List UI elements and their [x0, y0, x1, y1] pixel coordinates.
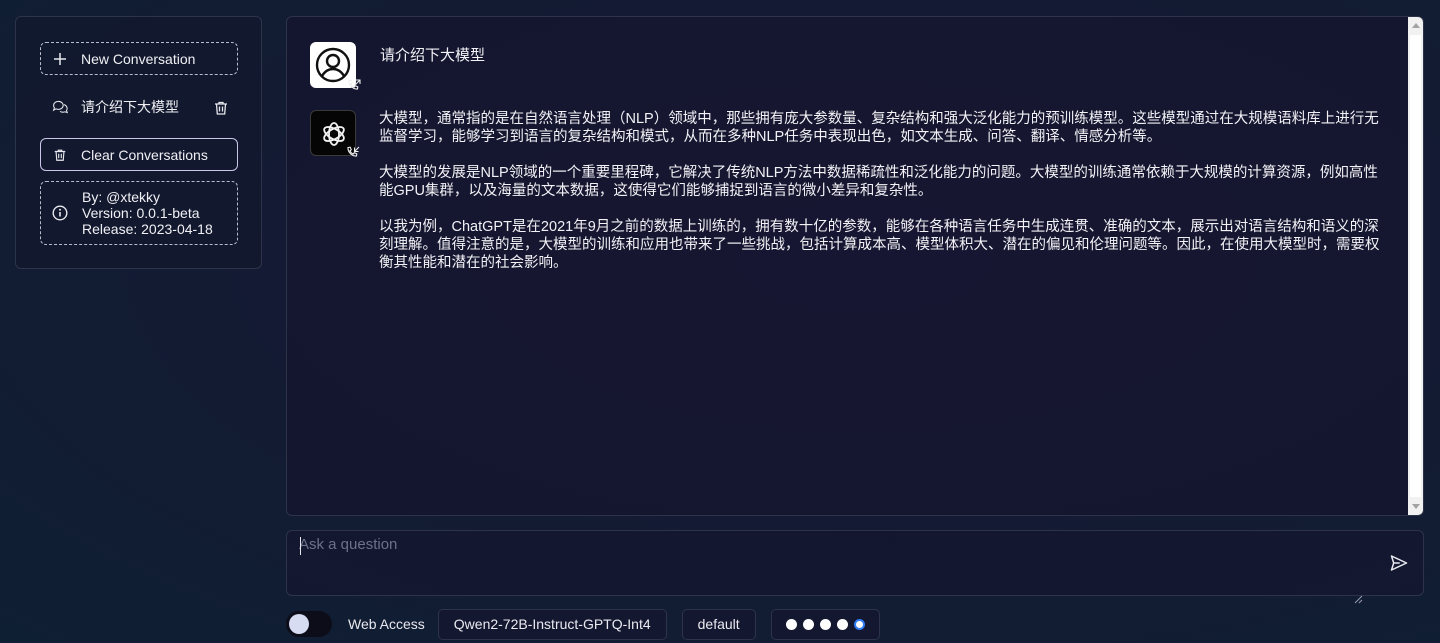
web-access-toggle[interactable] [286, 611, 332, 637]
clear-conversations-label: Clear Conversations [81, 146, 208, 163]
info-author: By: @xtekky [82, 189, 161, 205]
slider-step-5[interactable] [853, 618, 865, 630]
setting-slider[interactable] [770, 608, 880, 640]
delete-conversation-icon[interactable] [213, 100, 229, 116]
preset-select[interactable]: default [681, 608, 756, 640]
new-conversation-button[interactable]: New Conversation [40, 42, 238, 75]
plus-icon [52, 51, 68, 67]
clear-conversations-button[interactable]: Clear Conversations [40, 138, 238, 171]
assistant-avatar [310, 110, 360, 157]
new-conversation-label: New Conversation [81, 50, 196, 67]
user-avatar [310, 42, 361, 90]
conversation-item[interactable]: 请介绍下大模型 [40, 90, 238, 123]
phone-outgoing-icon [346, 78, 362, 94]
trash-icon [52, 147, 68, 163]
scrollbar-thumb[interactable] [1410, 35, 1421, 497]
model-select[interactable]: Qwen2-72B-Instruct-GPTQ-Int4 [437, 608, 667, 640]
info-version: Version: 0.0.1-beta [82, 205, 200, 221]
slider-step-1[interactable] [785, 618, 797, 630]
toggle-knob [289, 614, 309, 634]
sidebar: New Conversation 请介绍下大模型 Clear Conversat… [15, 16, 262, 269]
chat-scrollbar[interactable] [1408, 17, 1423, 515]
text-caret [300, 537, 301, 555]
slider-step-2[interactable] [802, 618, 814, 630]
chat-panel[interactable]: 请介绍下大模型 大模型，通常指的是在自然语言处理（NLP）领域中，那些拥有庞大参… [286, 16, 1424, 516]
model-select-value: Qwen2-72B-Instruct-GPTQ-Int4 [453, 616, 651, 632]
conversation-title: 请介绍下大模型 [81, 98, 179, 115]
chat-bubbles-icon [52, 99, 68, 115]
assistant-message: 大模型，通常指的是在自然语言处理（NLP）领域中，那些拥有庞大参数量、复杂结构和… [379, 110, 1385, 290]
slider-step-3[interactable] [819, 618, 831, 630]
info-box: By: @xtekky Version: 0.0.1-beta Release:… [40, 181, 238, 245]
info-release: Release: 2023-04-18 [82, 221, 213, 237]
resize-handle-icon[interactable] [1353, 591, 1363, 604]
message-input-box [286, 530, 1424, 604]
info-icon [52, 205, 68, 221]
assistant-paragraph: 以我为例，ChatGPT是在2021年9月之前的数据上训练的，拥有数十亿的参数，… [379, 219, 1380, 271]
user-message: 请介绍下大模型 [380, 47, 486, 64]
preset-select-value: default [697, 616, 740, 632]
scroll-down-arrow-icon[interactable] [1412, 504, 1420, 509]
assistant-paragraph: 大模型，通常指的是在自然语言处理（NLP）领域中，那些拥有庞大参数量、复杂结构和… [379, 111, 1379, 145]
bottom-controls: Web Access Qwen2-72B-Instruct-GPTQ-Int4 … [286, 608, 895, 640]
assistant-paragraph: 大模型的发展是NLP领域的一个重要里程碑，它解决了传统NLP方法中数据稀疏性和泛… [379, 165, 1378, 199]
web-access-label: Web Access [348, 616, 425, 632]
phone-incoming-icon [345, 145, 361, 161]
slider-step-4[interactable] [836, 618, 848, 630]
scroll-up-arrow-icon[interactable] [1412, 23, 1420, 28]
question-input[interactable] [299, 535, 1365, 595]
send-icon[interactable] [1389, 553, 1409, 573]
